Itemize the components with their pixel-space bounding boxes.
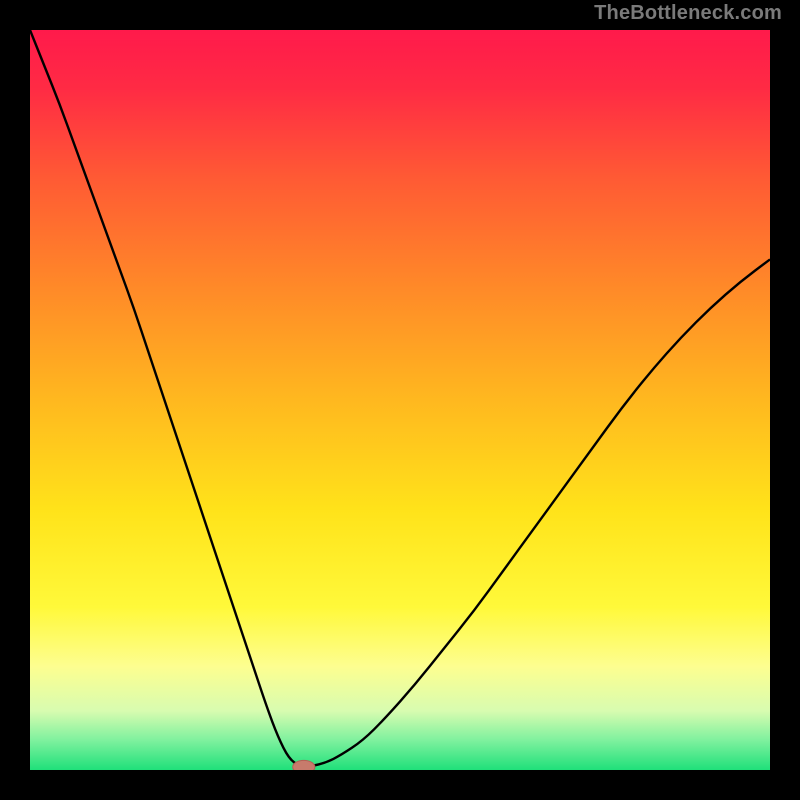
plot-background <box>30 30 770 770</box>
watermark-text: TheBottleneck.com <box>594 2 782 25</box>
bottleneck-chart <box>0 0 800 800</box>
chart-frame: TheBottleneck.com <box>0 0 800 800</box>
